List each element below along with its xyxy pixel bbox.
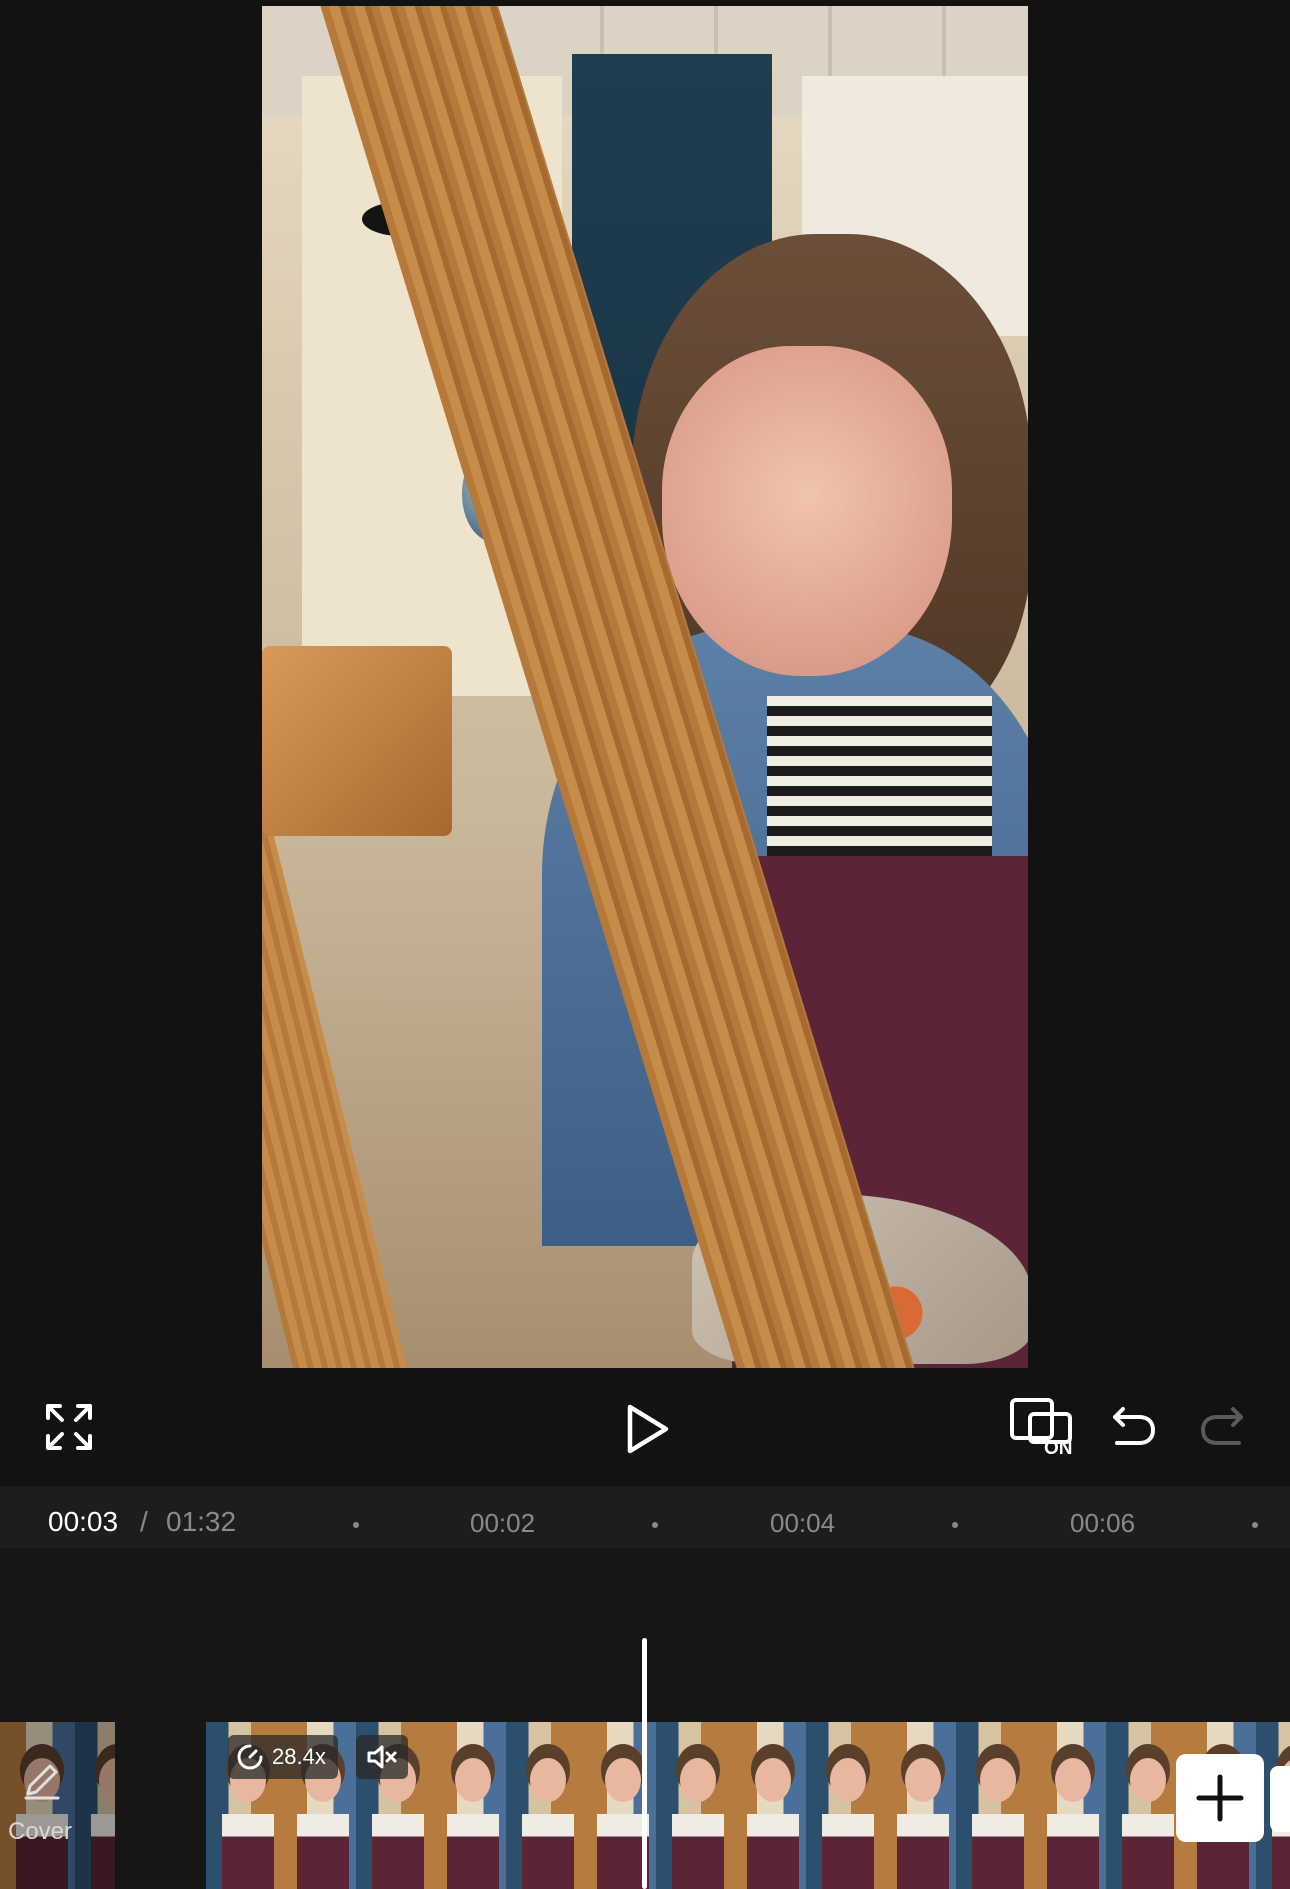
- play-button[interactable]: [618, 1398, 676, 1460]
- ruler-tick-dot: [1252, 1522, 1258, 1528]
- ruler-tick-dot: [652, 1522, 658, 1528]
- playhead[interactable]: [642, 1638, 647, 1889]
- speed-icon: [237, 1744, 263, 1770]
- next-clip-edge[interactable]: [1270, 1766, 1290, 1832]
- auto-reframe-state-label: ON: [1044, 1438, 1073, 1459]
- clip-thumbnail: [1106, 1722, 1181, 1889]
- easel-block: [262, 646, 452, 836]
- ruler-tick-dot: [353, 1522, 359, 1528]
- redo-icon: [1201, 1407, 1243, 1445]
- undo-icon: [1113, 1407, 1155, 1445]
- cover-overlay: [0, 1722, 115, 1889]
- ruler-tick-dot: [952, 1522, 958, 1528]
- mute-icon: [367, 1745, 397, 1769]
- video-preview[interactable]: [262, 6, 1028, 1368]
- redo-button[interactable]: [1198, 1400, 1248, 1450]
- clip-thumbnail: [731, 1722, 806, 1889]
- person-shirt: [767, 696, 992, 876]
- clip-thumbnail: [881, 1722, 956, 1889]
- clip-thumbnail: [806, 1722, 881, 1889]
- clip-thumbnail: [1031, 1722, 1106, 1889]
- clip-thumbnail: [506, 1722, 581, 1889]
- cover-label: Cover: [8, 1818, 73, 1845]
- pencil-icon: [24, 1764, 60, 1800]
- total-duration: 01:32: [166, 1506, 237, 1537]
- clip-thumbnail: [431, 1722, 506, 1889]
- speed-label: 28.4x: [272, 1744, 326, 1769]
- easel-leg: [262, 801, 416, 1368]
- add-clip-button[interactable]: [1176, 1754, 1264, 1842]
- plus-icon: [1196, 1774, 1244, 1822]
- speed-badge[interactable]: 28.4x: [228, 1735, 338, 1779]
- fullscreen-icon: [46, 1404, 92, 1450]
- ruler-tick-label: 00:02: [470, 1508, 536, 1538]
- person-face: [662, 346, 952, 676]
- clip-thumbnail: [956, 1722, 1031, 1889]
- fullscreen-button[interactable]: [40, 1398, 98, 1456]
- current-time: 00:03: [48, 1506, 119, 1537]
- time-separator: /: [140, 1506, 148, 1537]
- mute-badge[interactable]: [356, 1735, 408, 1779]
- clip-thumbnail: [656, 1722, 731, 1889]
- undo-button[interactable]: [1108, 1400, 1158, 1450]
- play-icon: [627, 1404, 669, 1454]
- ruler-tick-label: 00:06: [1070, 1508, 1136, 1538]
- ruler-tick-label: 00:04: [770, 1508, 836, 1538]
